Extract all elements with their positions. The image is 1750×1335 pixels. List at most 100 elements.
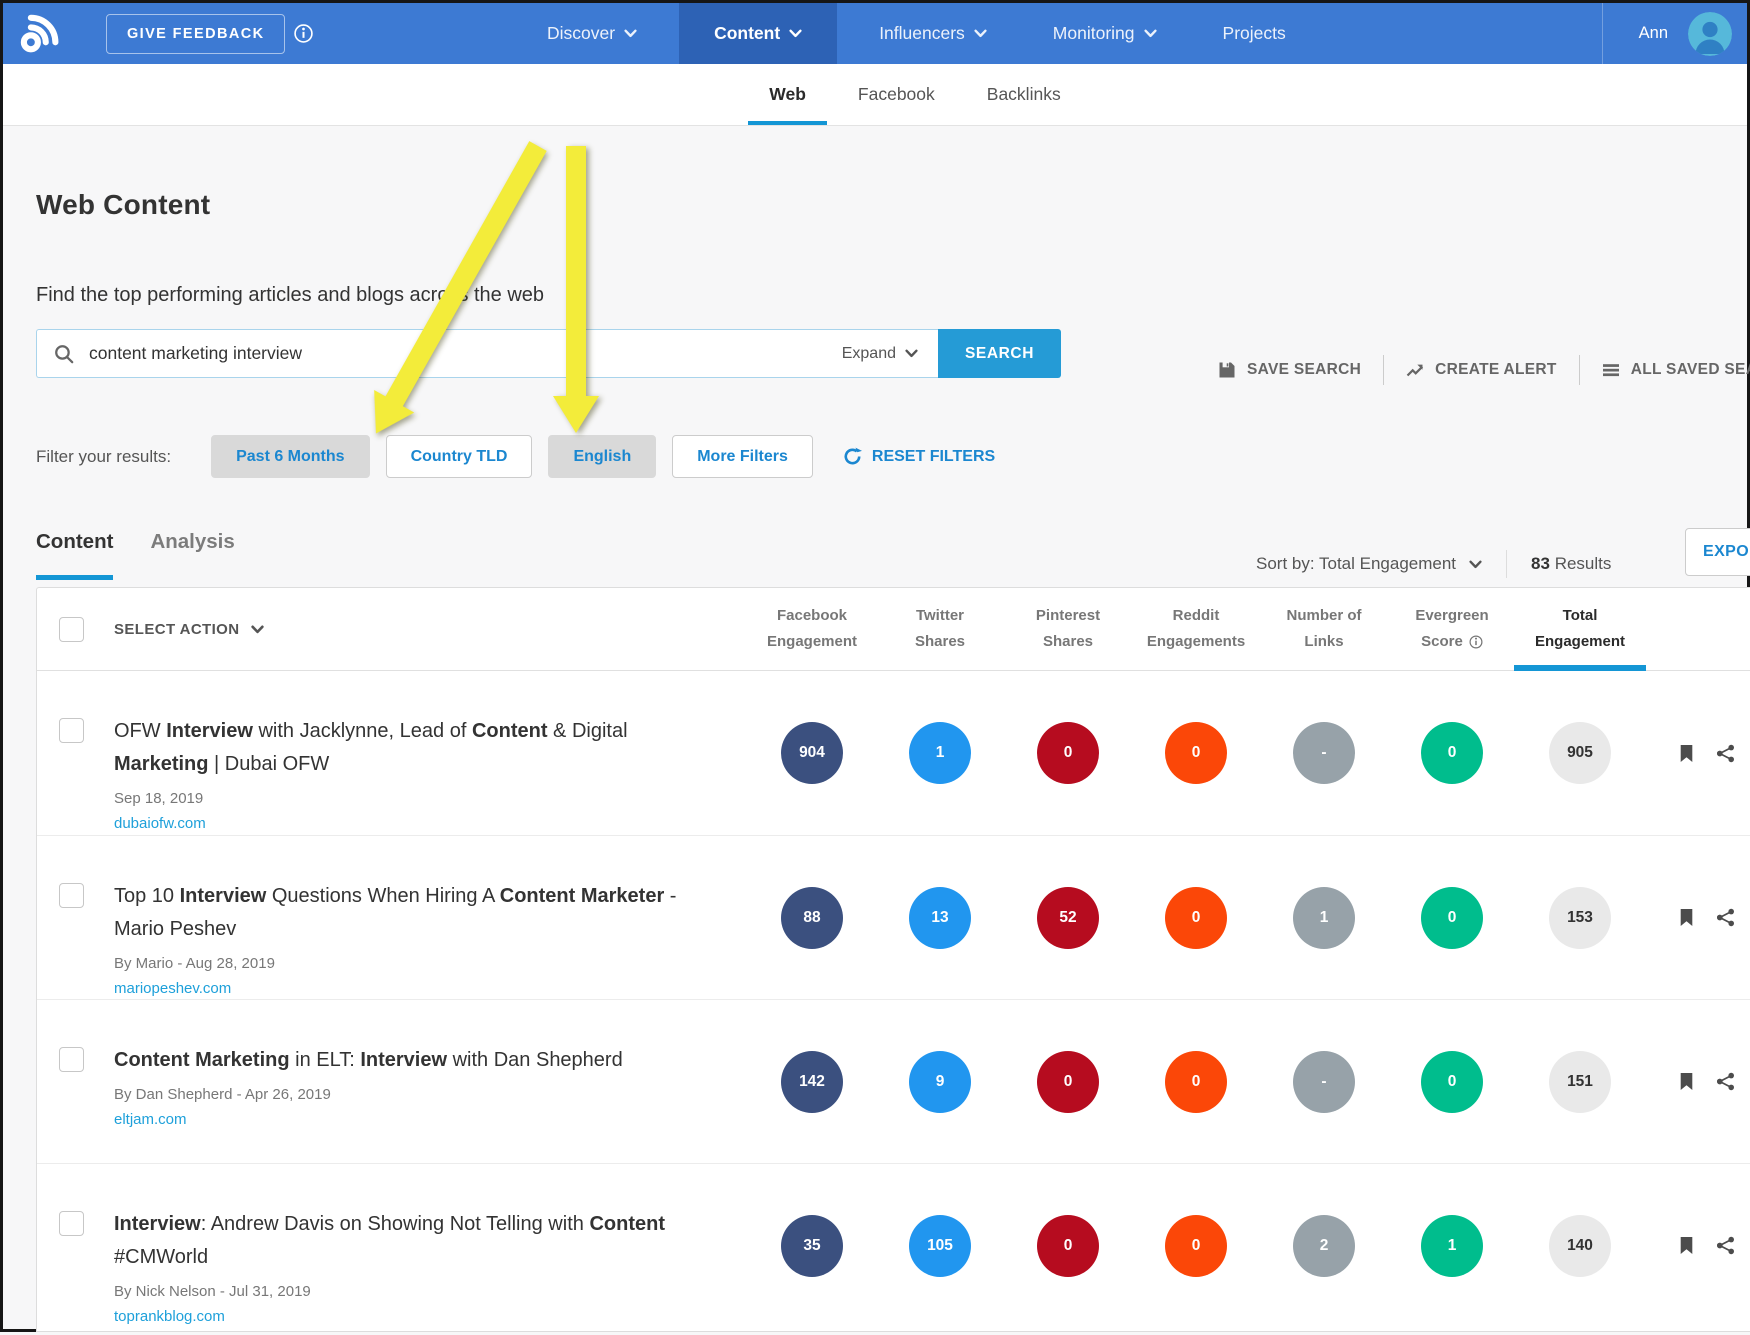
results-tab-analysis[interactable]: Analysis [150,528,234,580]
column-header-line1: Pinterest [1004,603,1132,629]
expand-toggle[interactable]: Expand [842,345,918,363]
search-input[interactable] [89,343,827,364]
select-action-dropdown[interactable]: SELECT ACTION [114,621,748,638]
all-saved-searches-button[interactable]: ALL SAVED SEARCHES [1580,361,1750,379]
nav-item-discover[interactable]: Discover [523,3,661,64]
facebook-value: 904 [781,722,843,784]
divider [1602,3,1603,64]
pinterest-value: 0 [1037,722,1099,784]
evergreen-cell: 1 [1388,1215,1516,1277]
column-header-pinterest[interactable]: PinterestShares [1004,603,1132,655]
twitter-cell: 1 [876,722,1004,784]
search-button[interactable]: SEARCH [938,329,1061,378]
select-all-checkbox[interactable] [59,617,84,642]
tab-backlinks[interactable]: Backlinks [966,64,1082,125]
result-link[interactable]: toprankblog.com [114,1308,225,1325]
result-title[interactable]: Top 10 Interview Questions When Hiring A… [114,880,689,946]
column-header-facebook[interactable]: FacebookEngagement [748,603,876,655]
bookmark-icon[interactable] [1677,744,1696,763]
give-feedback-button[interactable]: GIVE FEEDBACK [106,14,285,54]
evergreen-value: 1 [1421,1215,1483,1277]
save-icon [1218,361,1236,379]
sort-bar: Sort by: Total Engagement 83 Results [1256,550,1611,578]
app-window: { "colors": { "navbar": "#3d7ad3", "navb… [0,0,1750,1332]
tab-web[interactable]: Web [748,64,827,125]
bookmark-icon[interactable] [1677,1236,1696,1255]
reset-filters-label: RESET FILTERS [872,448,995,466]
column-header-line2: Engagement [748,629,876,655]
total-cell: 151 [1516,1051,1644,1113]
bookmark-icon[interactable] [1677,1072,1696,1091]
facebook-value: 35 [781,1215,843,1277]
nav-item-monitoring[interactable]: Monitoring [1029,3,1181,64]
table-header: SELECT ACTION FacebookEngagementTwitterS… [37,588,1750,671]
row-checkbox-cell [37,836,97,908]
results-count-number: 83 [1531,554,1550,573]
twitter-cell: 13 [876,887,1004,949]
row-checkbox[interactable] [59,883,84,908]
buzzsumo-logo-icon[interactable] [16,9,65,58]
refresh-icon [843,447,862,466]
share-icon[interactable] [1716,1072,1735,1091]
filter-label: Filter your results: [36,447,171,467]
pinterest-cell: 52 [1004,887,1132,949]
pinterest-value: 0 [1037,1051,1099,1113]
bookmark-icon[interactable] [1677,908,1696,927]
column-header-twitter[interactable]: TwitterShares [876,603,1004,655]
result-title[interactable]: Content Marketing in ELT: Interview with… [114,1044,689,1077]
evergreen-value: 0 [1421,722,1483,784]
row-checkbox-cell [37,1164,97,1236]
select-all-cell [37,617,97,642]
filter-chip-english[interactable]: English [548,435,656,478]
export-button[interactable]: EXPORT [1685,528,1750,576]
sort-dropdown[interactable]: Sort by: Total Engagement [1256,554,1482,574]
nav-item-influencers[interactable]: Influencers [855,3,1011,64]
column-header-total[interactable]: TotalEngagement [1516,603,1644,655]
result-title[interactable]: OFW Interview with Jacklynne, Lead of Co… [114,715,689,781]
filter-chip-country-tld[interactable]: Country TLD [386,435,533,478]
nav-item-projects[interactable]: Projects [1199,3,1310,64]
user-name[interactable]: Ann [1639,24,1668,43]
row-checkbox[interactable] [59,1047,84,1072]
evergreen-cell: 0 [1388,887,1516,949]
page-title: Web Content [36,126,1747,222]
share-icon[interactable] [1716,1236,1735,1255]
result-link[interactable]: eltjam.com [114,1111,187,1128]
column-header-links[interactable]: Number ofLinks [1260,603,1388,655]
column-header-line2: Shares [876,629,1004,655]
result-link[interactable]: mariopeshev.com [114,980,231,997]
search-actions: SAVE SEARCHCREATE ALERTALL SAVED SEARCHE… [1196,356,1750,384]
share-icon[interactable] [1716,908,1735,927]
share-icon[interactable] [1716,744,1735,763]
row-checkbox[interactable] [59,718,84,743]
reset-filters-button[interactable]: RESET FILTERS [843,447,995,466]
tab-facebook[interactable]: Facebook [837,64,956,125]
result-title[interactable]: Interview: Andrew Davis on Showing Not T… [114,1208,689,1274]
chevron-down-icon [974,29,987,38]
trending-up-icon [1406,361,1424,379]
info-icon[interactable] [294,24,313,43]
column-header-line1: Reddit [1132,603,1260,629]
results-tab-content[interactable]: Content [36,528,113,580]
row-checkbox[interactable] [59,1211,84,1236]
info-icon [1469,635,1483,649]
column-header-reddit[interactable]: RedditEngagements [1132,603,1260,655]
facebook-value: 142 [781,1051,843,1113]
reddit-cell: 0 [1132,1051,1260,1113]
save-search-button[interactable]: SAVE SEARCH [1196,361,1383,379]
twitter-value: 1 [909,722,971,784]
total-value: 151 [1549,1051,1611,1113]
row-actions [1644,1072,1750,1091]
filter-chip-past-6-months[interactable]: Past 6 Months [211,435,369,478]
filter-chip-more-filters[interactable]: More Filters [672,435,813,478]
pinterest-value: 0 [1037,1215,1099,1277]
avatar[interactable] [1688,12,1732,56]
column-header-evergreen[interactable]: EvergreenScore [1388,603,1516,655]
nav-item-label: Content [714,23,780,44]
nav-item-label: Monitoring [1053,23,1135,44]
result-link[interactable]: dubaiofw.com [114,815,206,832]
main-nav: Discover Content Influencers Monitoring Proj… [523,3,1310,64]
create-alert-button[interactable]: CREATE ALERT [1384,361,1579,379]
chevron-down-icon [1469,560,1482,569]
nav-item-content[interactable]: Content [679,3,837,64]
